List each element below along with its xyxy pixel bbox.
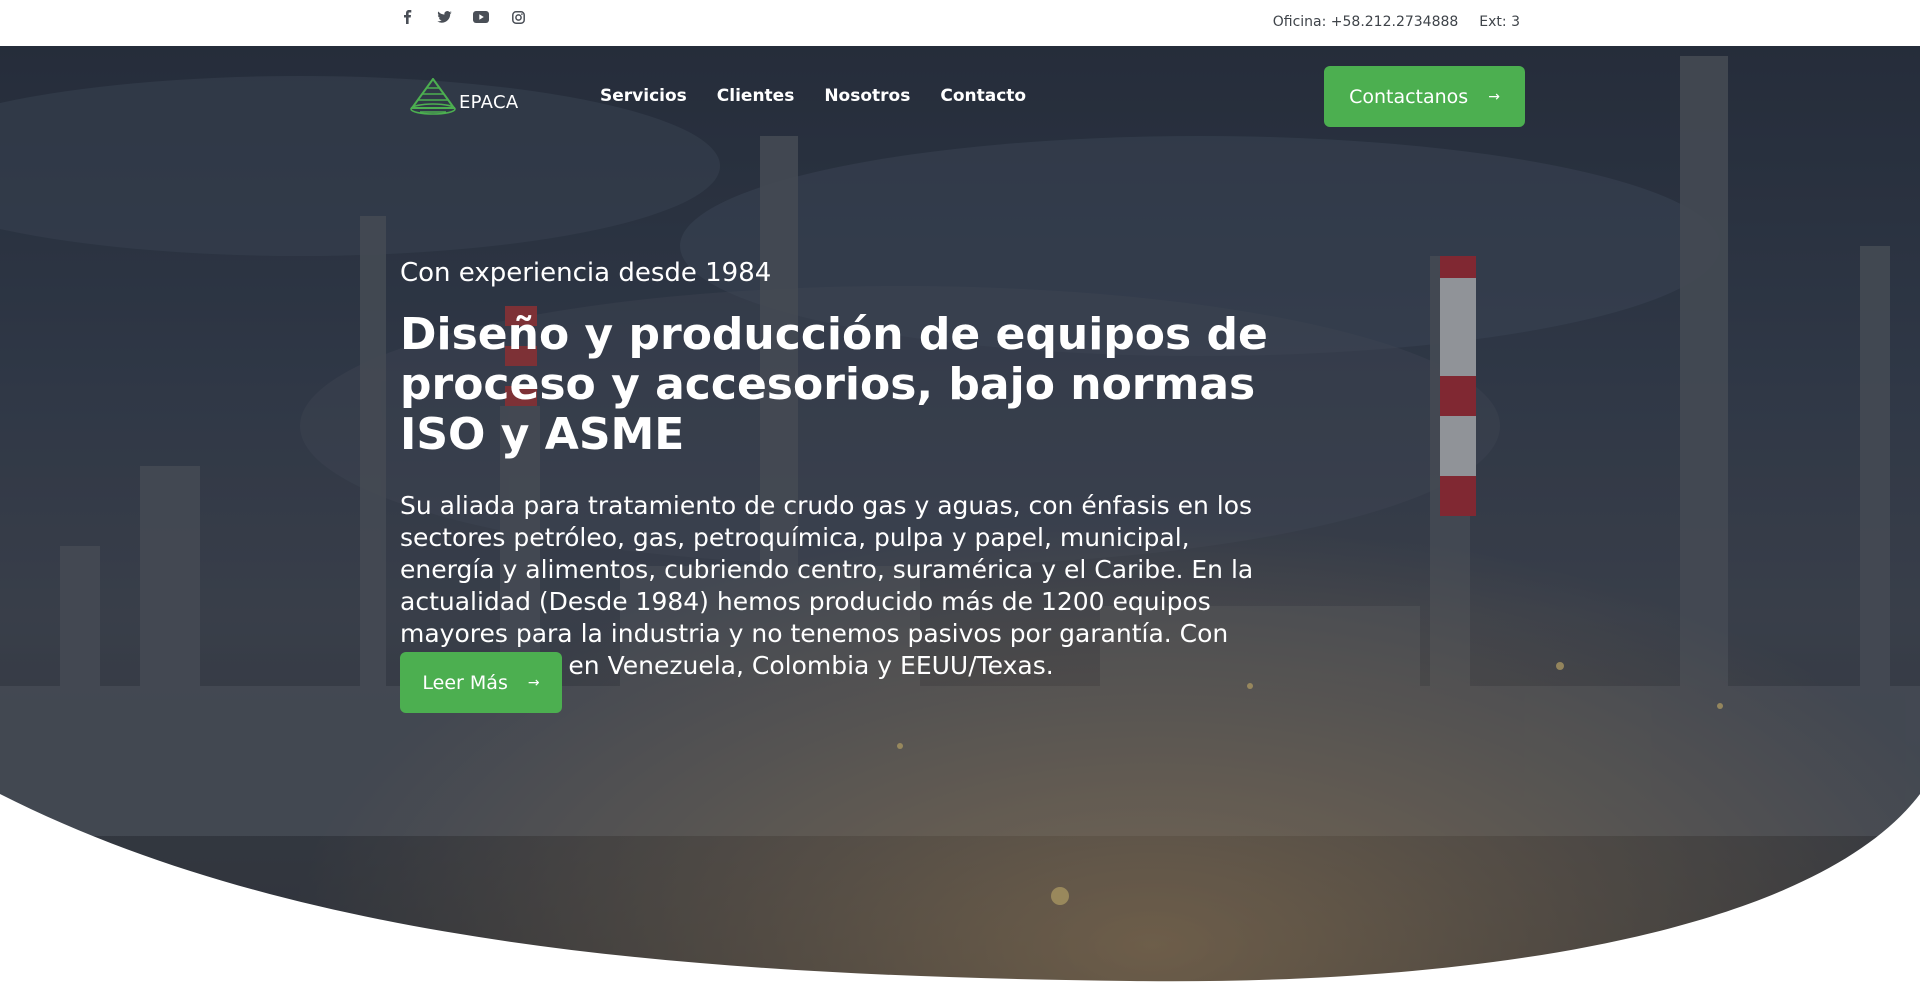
youtube-icon[interactable]	[472, 9, 490, 25]
brand-logo[interactable]: EPACA	[410, 78, 518, 116]
epaca-logo-icon	[410, 78, 456, 115]
contactanos-label: Contactanos	[1349, 85, 1469, 108]
nav-item-nosotros[interactable]: Nosotros	[824, 86, 910, 106]
hero-content: Con experiencia desde 1984 Diseño y prod…	[400, 258, 1280, 682]
phone-text: Oficina: +58.212.2734888	[1272, 14, 1459, 30]
hero-section: EPACA Servicios Clientes Nosotros Contac…	[0, 46, 1920, 993]
instagram-icon[interactable]	[509, 9, 527, 25]
social-links	[398, 9, 546, 25]
hero-eyebrow: Con experiencia desde 1984	[400, 258, 772, 288]
twitter-icon[interactable]	[435, 9, 453, 25]
main-nav: Servicios Clientes Nosotros Contacto	[600, 86, 1056, 106]
leer-mas-button[interactable]: Leer Más →	[400, 652, 562, 713]
leer-mas-label: Leer Más	[422, 671, 508, 694]
facebook-icon[interactable]	[398, 9, 416, 25]
nav-item-clientes[interactable]: Clientes	[717, 86, 795, 106]
contact-info: Oficina: +58.212.2734888 Ext: 3	[1273, 14, 1520, 30]
arrow-right-icon: →	[1488, 88, 1500, 105]
extension-text: Ext: 3	[1479, 14, 1520, 30]
top-bar: Oficina: +58.212.2734888 Ext: 3	[0, 0, 1920, 46]
hero-headline: Diseño y producción de equipos de proces…	[400, 309, 1268, 460]
nav-item-servicios[interactable]: Servicios	[600, 86, 687, 106]
contactanos-button[interactable]: Contactanos →	[1324, 66, 1525, 127]
nav-item-contacto[interactable]: Contacto	[940, 86, 1026, 106]
brand-name: EPACA	[459, 92, 519, 113]
arrow-right-icon: →	[527, 674, 540, 691]
